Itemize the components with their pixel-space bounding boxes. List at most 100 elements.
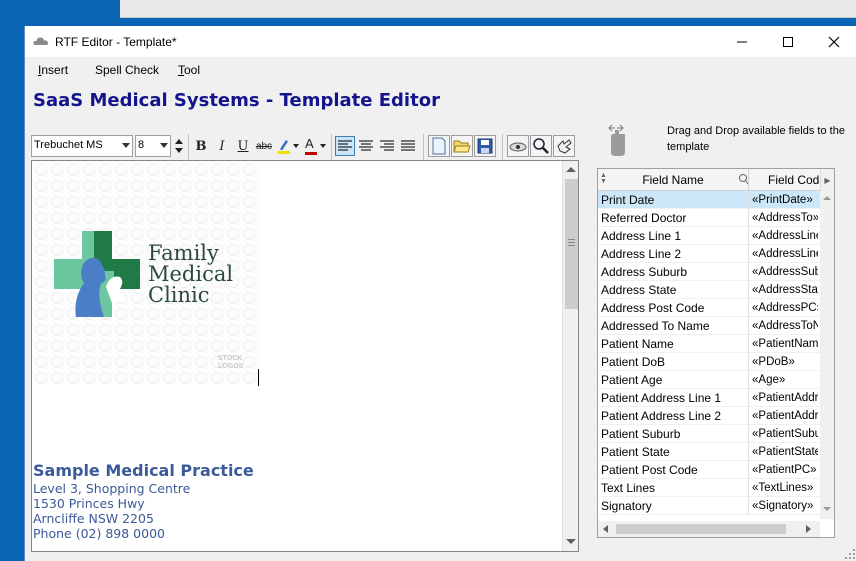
- align-right-button[interactable]: [377, 136, 397, 156]
- stock-mark-line-1: STOCK: [218, 355, 243, 362]
- highlight-color-button[interactable]: [275, 136, 301, 156]
- menu-spell-check[interactable]: Spell Check: [95, 63, 159, 77]
- menu-tool[interactable]: Tool: [178, 63, 200, 77]
- practice-name: Sample Medical Practice: [33, 461, 254, 480]
- scroll-up-arrow-icon[interactable]: [823, 196, 831, 200]
- formatting-toolbar: Trebuchet MS 8 B I U abc A: [31, 134, 581, 160]
- text-caret: [258, 369, 259, 386]
- table-row[interactable]: Addressed To Name «AddressToName»: [598, 317, 820, 335]
- address-line: Level 3, Shopping Centre: [33, 481, 191, 496]
- editor-vertical-scrollbar[interactable]: [562, 161, 578, 551]
- maximize-button[interactable]: [765, 26, 811, 57]
- scroll-down-arrow-icon[interactable]: [566, 539, 576, 544]
- table-row[interactable]: Signatory «Signatory»: [598, 497, 820, 515]
- table-row[interactable]: Patient DoB «PDoB»: [598, 353, 820, 371]
- chevron-down-icon: [122, 143, 130, 148]
- table-row[interactable]: Patient Name «PatientName»: [598, 335, 820, 353]
- magnifier-icon: [533, 138, 549, 154]
- table-row[interactable]: Patient Address Line 1 «PatientAddressLin…: [598, 389, 820, 407]
- rtf-editor-area[interactable]: Family Medical Clinic STOCK LOGOS Sample…: [31, 160, 579, 552]
- chevron-down-icon: [160, 143, 168, 148]
- preview-button[interactable]: [507, 135, 529, 157]
- field-code-cell: «AddressToName»: [752, 320, 818, 332]
- grip-line: [568, 239, 575, 240]
- cell-divider: [748, 317, 749, 335]
- open-folder-button[interactable]: [451, 135, 473, 157]
- strikethrough-button[interactable]: abc: [254, 136, 274, 156]
- table-row[interactable]: Address Line 1 «AddressLine1»: [598, 227, 820, 245]
- scroll-down-arrow-icon[interactable]: [823, 507, 831, 511]
- address-line: Arncliffe NSW 2205: [33, 511, 154, 526]
- italic-label: I: [219, 138, 225, 154]
- table-row[interactable]: Patient Age «Age»: [598, 371, 820, 389]
- address-line: 1530 Princes Hwy: [33, 496, 145, 511]
- scroll-left-arrow-icon[interactable]: [603, 525, 608, 533]
- close-button[interactable]: [811, 26, 856, 57]
- column-header-field-name[interactable]: Field Name: [598, 169, 748, 191]
- cell-divider: [748, 245, 749, 263]
- stock-mark-line-2: LOGOS: [218, 363, 244, 370]
- underline-button[interactable]: U: [233, 136, 253, 156]
- table-row[interactable]: Patient Address Line 2 «PatientAddressLin…: [598, 407, 820, 425]
- table-row[interactable]: Text Lines «TextLines»: [598, 479, 820, 497]
- table-row[interactable]: Referred Doctor «AddressTo»: [598, 209, 820, 227]
- table-row[interactable]: Address Post Code «AddressPC»: [598, 299, 820, 317]
- cell-divider: [748, 335, 749, 353]
- scroll-right-arrow-icon[interactable]: ▶: [820, 169, 834, 191]
- resize-grip-icon[interactable]: [845, 549, 855, 559]
- align-center-button[interactable]: [356, 136, 376, 156]
- column-header-field-code[interactable]: Field Code: [768, 169, 820, 191]
- italic-button[interactable]: I: [212, 136, 232, 156]
- field-code-cell: «AddressState»: [752, 284, 818, 296]
- table-row[interactable]: Print Date «PrintDate»: [598, 191, 820, 209]
- bold-button[interactable]: B: [191, 136, 211, 156]
- font-size-value: 8: [138, 139, 145, 151]
- table-row[interactable]: Patient Post Code «PatientPC»: [598, 461, 820, 479]
- logo-text-clinic: Clinic: [148, 283, 210, 307]
- justify-icon: [401, 140, 415, 151]
- minimize-icon: [737, 41, 747, 42]
- horizontal-scroll-thumb[interactable]: [616, 524, 786, 534]
- font-color-button[interactable]: A: [302, 136, 328, 156]
- field-name-cell: Patient Name: [601, 337, 674, 351]
- menu-insert[interactable]: Insert: [38, 63, 68, 77]
- cell-divider: [748, 497, 749, 515]
- find-button[interactable]: [530, 135, 552, 157]
- field-name-cell: Patient Post Code: [601, 463, 698, 477]
- field-name-cell: Text Lines: [601, 481, 656, 495]
- minimize-button[interactable]: [719, 26, 765, 57]
- align-left-icon: [338, 140, 352, 151]
- font-size-select[interactable]: 8: [135, 135, 171, 157]
- close-icon: [828, 36, 840, 47]
- justify-button[interactable]: [398, 136, 418, 156]
- table-row[interactable]: Patient Suburb «PatientSuburb»: [598, 425, 820, 443]
- hand-tool-button[interactable]: [553, 135, 575, 157]
- field-code-cell: «PatientAddressLine2»: [752, 410, 818, 422]
- grid-vertical-scrollbar[interactable]: [820, 191, 834, 519]
- toolbar-separator: [331, 134, 332, 160]
- align-left-button[interactable]: [335, 136, 355, 156]
- save-button[interactable]: [474, 135, 496, 157]
- scroll-thumb[interactable]: [565, 179, 578, 309]
- scroll-up-arrow-icon[interactable]: [566, 167, 576, 172]
- table-row[interactable]: Address Line 2 «AddressLine2»: [598, 245, 820, 263]
- scroll-right-arrow-icon[interactable]: [806, 525, 811, 533]
- search-filter-icon[interactable]: [738, 173, 748, 185]
- field-code-cell: «AddressLine1»: [752, 230, 818, 242]
- title-bar[interactable]: RTF Editor - Template*: [25, 26, 856, 57]
- cell-divider: [748, 281, 749, 299]
- header-divider: [748, 169, 749, 191]
- field-code-cell: «PrintDate»: [752, 194, 813, 206]
- size-spinner-icon[interactable]: [173, 135, 185, 157]
- font-family-select[interactable]: Trebuchet MS: [31, 135, 133, 157]
- table-row[interactable]: Patient State «PatientState»: [598, 443, 820, 461]
- page-title: SaaS Medical Systems - Template Editor: [33, 90, 440, 111]
- grid-horizontal-scrollbar[interactable]: [598, 521, 820, 537]
- table-row[interactable]: Address State «AddressState»: [598, 281, 820, 299]
- table-row[interactable]: Address Suburb «AddressSuburb»: [598, 263, 820, 281]
- field-code-cell: «PatientSuburb»: [752, 428, 818, 440]
- font-family-value: Trebuchet MS: [34, 139, 103, 151]
- field-code-cell: «PatientState»: [752, 446, 818, 458]
- drag-drop-hint: Drag and Drop available fields to the te…: [667, 125, 845, 153]
- new-document-button[interactable]: [428, 135, 450, 157]
